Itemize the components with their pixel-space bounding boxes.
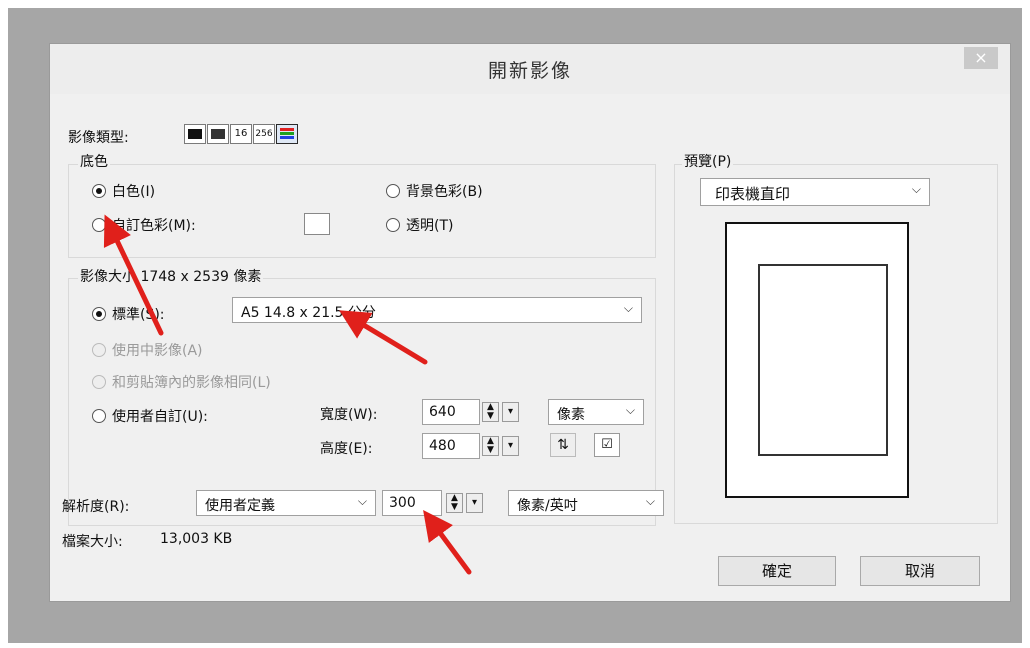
arrow-to-resolution (423, 509, 472, 575)
arrow-to-standard-size (339, 310, 428, 365)
arrow-to-white-radio (103, 214, 164, 336)
annotation-arrows (103, 214, 472, 575)
